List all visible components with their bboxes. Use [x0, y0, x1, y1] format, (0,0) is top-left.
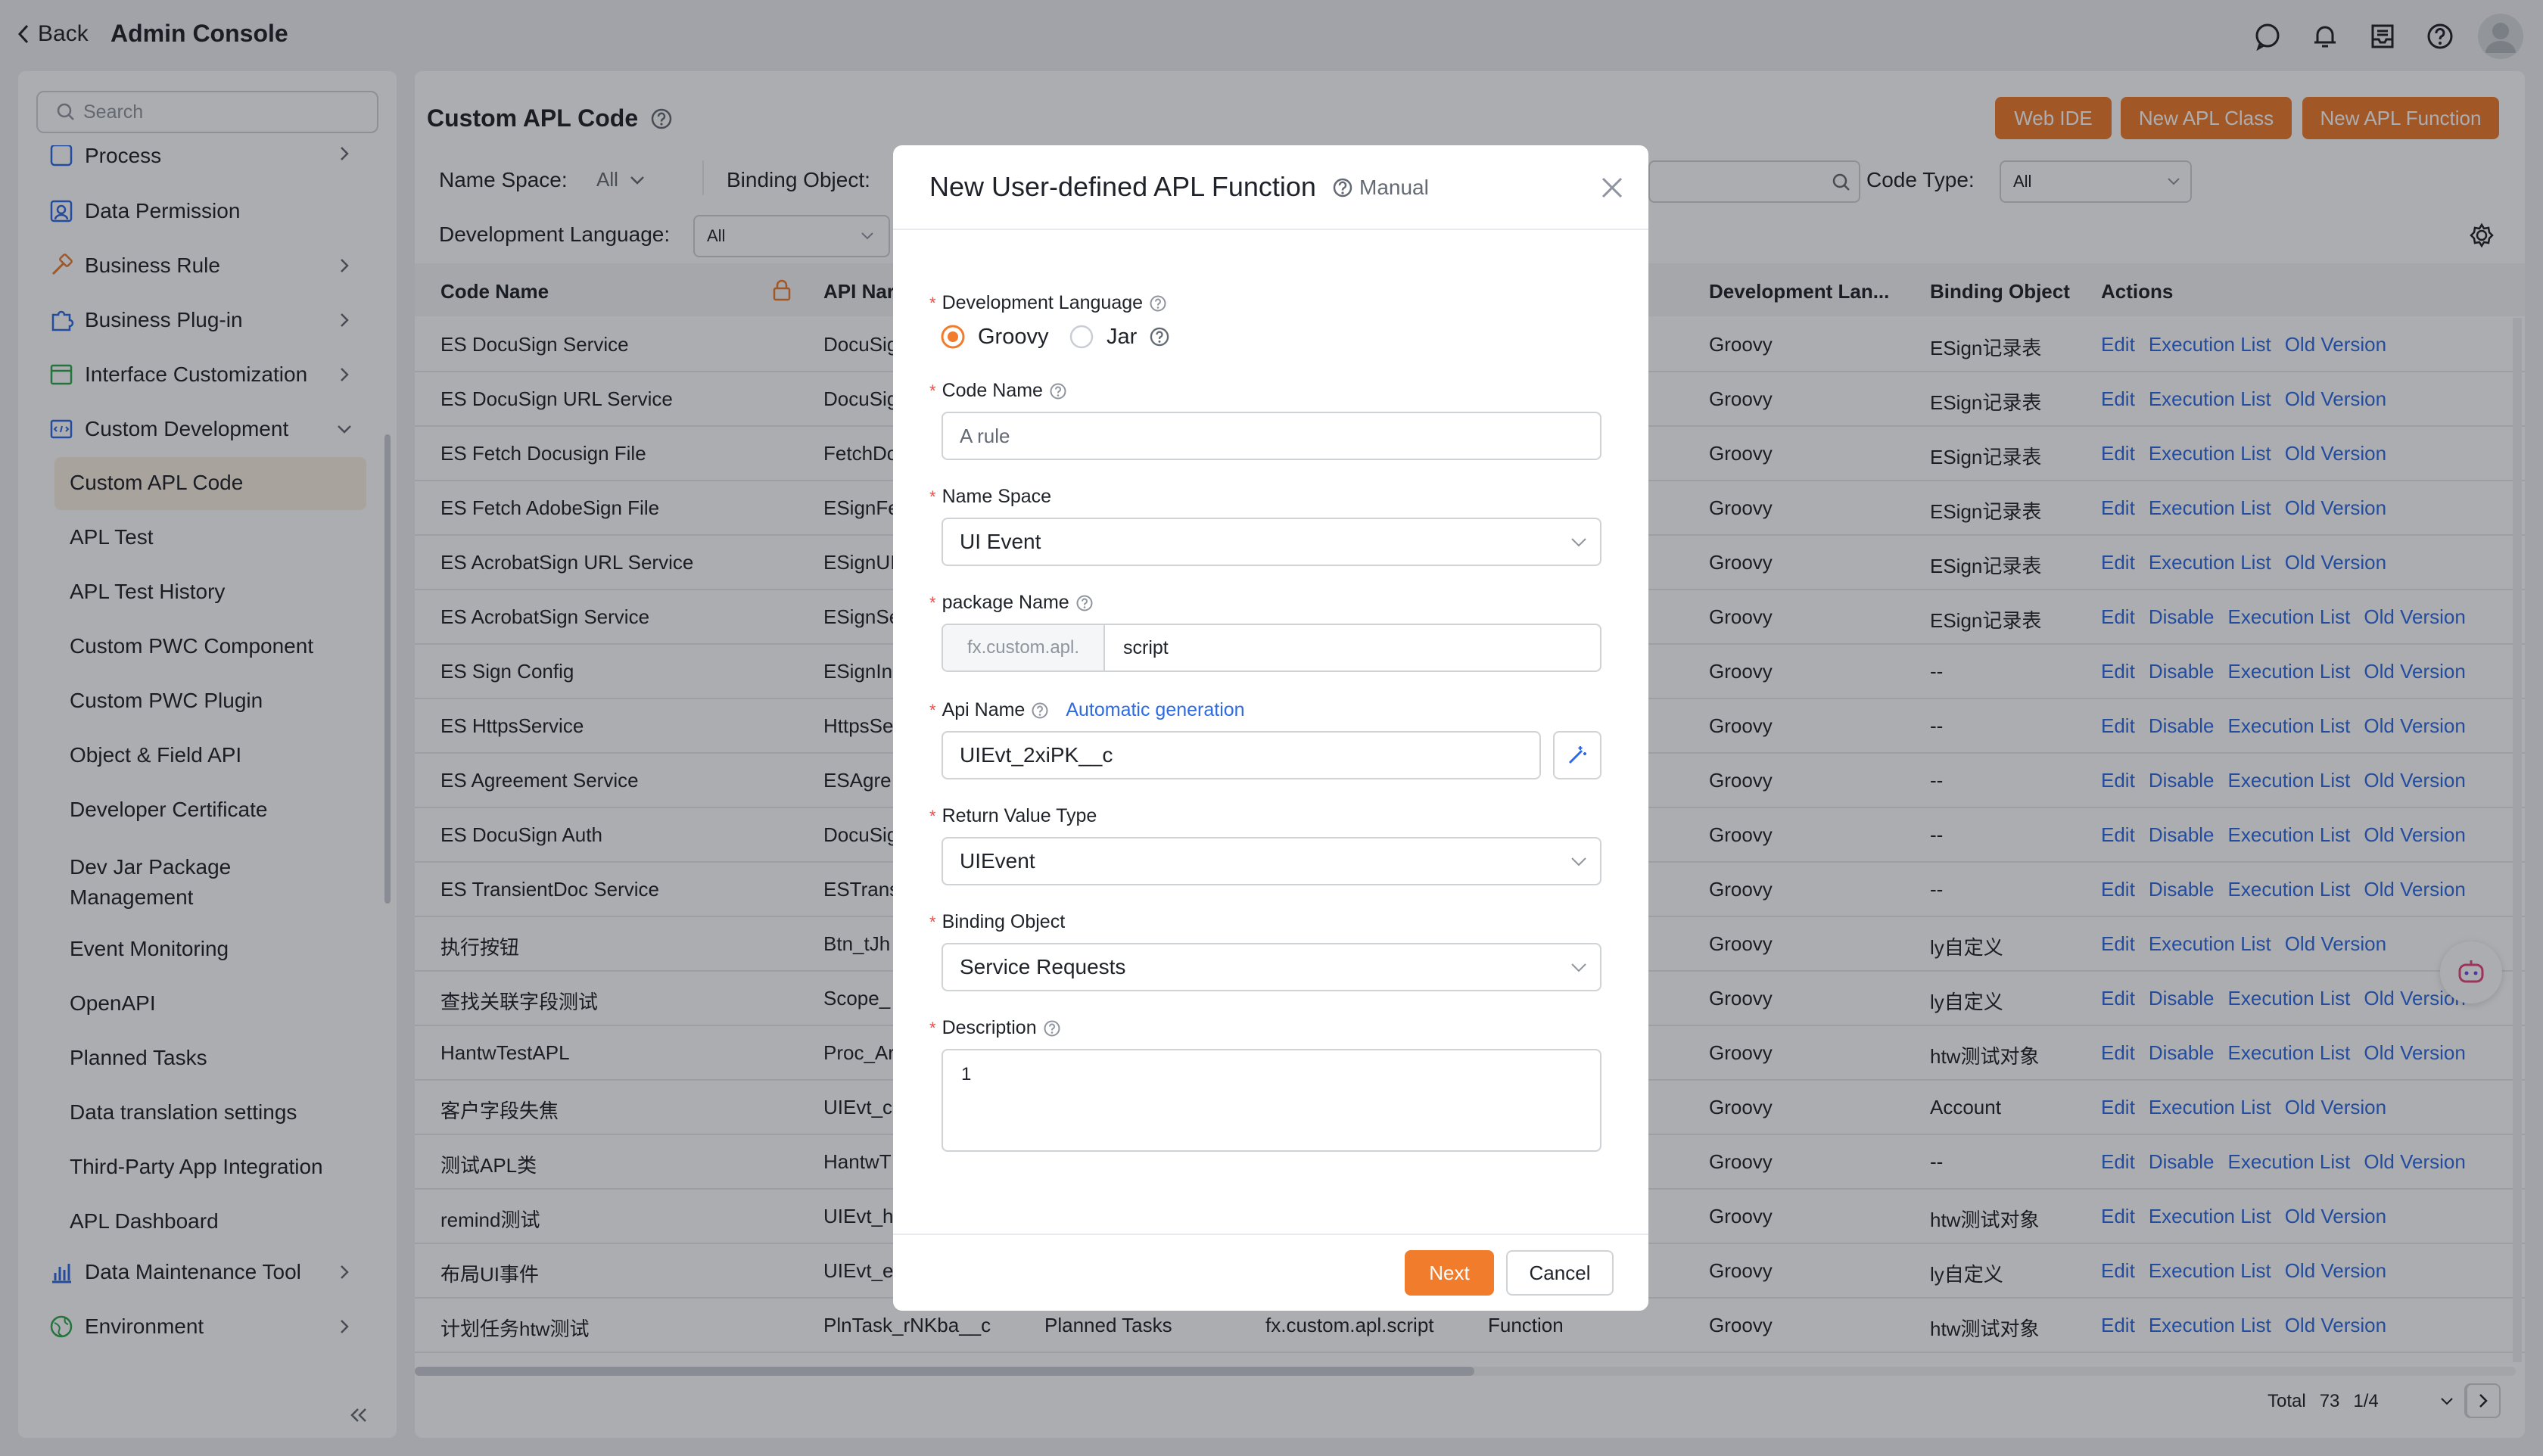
- dialog-header-divider: [893, 229, 1648, 230]
- binding-object-field-label: * Binding Object: [929, 911, 1065, 933]
- required-marker: *: [929, 700, 936, 720]
- binding-object-select[interactable]: Service Requests: [942, 943, 1601, 991]
- help-icon[interactable]: [1043, 1019, 1061, 1038]
- binding-object-label-text: Binding Object: [942, 911, 1066, 932]
- api-name-input[interactable]: UIEvt_2xiPK__c: [942, 731, 1541, 779]
- manual-link[interactable]: Manual: [1332, 176, 1429, 200]
- dev-lang-field-label: * Development Language: [929, 292, 1167, 314]
- required-marker: *: [929, 806, 936, 826]
- help-icon[interactable]: [1149, 294, 1167, 313]
- help-icon[interactable]: [1149, 326, 1170, 347]
- required-marker: *: [929, 1018, 936, 1038]
- required-marker: *: [929, 593, 936, 612]
- magic-wand-icon: [1568, 746, 1586, 764]
- description-textarea[interactable]: 1: [942, 1049, 1601, 1152]
- radio-jar[interactable]: Jar: [1069, 324, 1170, 350]
- code-name-field-label: * Code Name: [929, 380, 1067, 402]
- package-name-label-text: package Name: [942, 592, 1069, 613]
- package-prefix: fx.custom.apl.: [943, 625, 1105, 670]
- return-type-label-text: Return Value Type: [942, 805, 1097, 826]
- return-type-select[interactable]: UIEvent: [942, 837, 1601, 885]
- help-icon: [1333, 178, 1352, 198]
- name-space-select[interactable]: UI Event: [942, 518, 1601, 566]
- api-name-label-text: Api Name: [942, 699, 1026, 720]
- chevron-down-icon: [1571, 857, 1586, 866]
- dialog-title: New User-defined APL Function: [929, 171, 1316, 202]
- description-label-text: Description: [942, 1017, 1037, 1038]
- package-name-input[interactable]: script: [1105, 625, 1600, 670]
- radio-checked-icon: [941, 325, 965, 349]
- name-space-label-text: Name Space: [942, 486, 1052, 507]
- required-marker: *: [929, 487, 936, 506]
- help-icon[interactable]: [1075, 594, 1094, 612]
- generate-api-name-button[interactable]: [1553, 731, 1601, 779]
- description-field-label: * Description: [929, 1017, 1061, 1039]
- dev-lang-label-text: Development Language: [942, 292, 1144, 313]
- api-name-field-label: * Api Name Automatic generation: [929, 699, 1245, 721]
- name-space-field-label: * Name Space: [929, 486, 1051, 508]
- chevron-down-icon: [1571, 538, 1586, 547]
- required-marker: *: [929, 381, 936, 400]
- next-button[interactable]: Next: [1405, 1250, 1494, 1296]
- required-marker: *: [929, 293, 936, 313]
- close-icon[interactable]: [1597, 173, 1627, 203]
- dialog-footer-divider: [893, 1234, 1648, 1235]
- return-type-value: UIEvent: [960, 849, 1035, 873]
- name-space-select-value: UI Event: [960, 530, 1041, 553]
- new-apl-function-dialog: New User-defined APL Function Manual * D…: [893, 145, 1648, 1311]
- api-name-value: UIEvt_2xiPK__c: [960, 743, 1113, 767]
- help-icon[interactable]: [1049, 382, 1067, 400]
- radio-groovy-label: Groovy: [978, 324, 1049, 349]
- radio-groovy[interactable]: Groovy: [940, 324, 1048, 350]
- radio-jar-label: Jar: [1107, 324, 1138, 349]
- return-type-field-label: * Return Value Type: [929, 805, 1097, 827]
- radio-unchecked-icon: [1069, 325, 1094, 349]
- automatic-generation-link[interactable]: Automatic generation: [1066, 699, 1244, 721]
- package-name-input-group: fx.custom.apl. script: [942, 624, 1601, 672]
- package-name-field-label: * package Name: [929, 592, 1094, 614]
- cancel-button[interactable]: Cancel: [1506, 1250, 1614, 1296]
- code-name-input[interactable]: A rule: [942, 412, 1601, 460]
- help-icon[interactable]: [1031, 702, 1049, 720]
- manual-label: Manual: [1359, 176, 1429, 199]
- binding-object-value: Service Requests: [960, 955, 1126, 978]
- code-name-placeholder: A rule: [960, 424, 1010, 447]
- chevron-down-icon: [1571, 963, 1586, 972]
- code-name-label-text: Code Name: [942, 380, 1043, 401]
- required-marker: *: [929, 912, 936, 932]
